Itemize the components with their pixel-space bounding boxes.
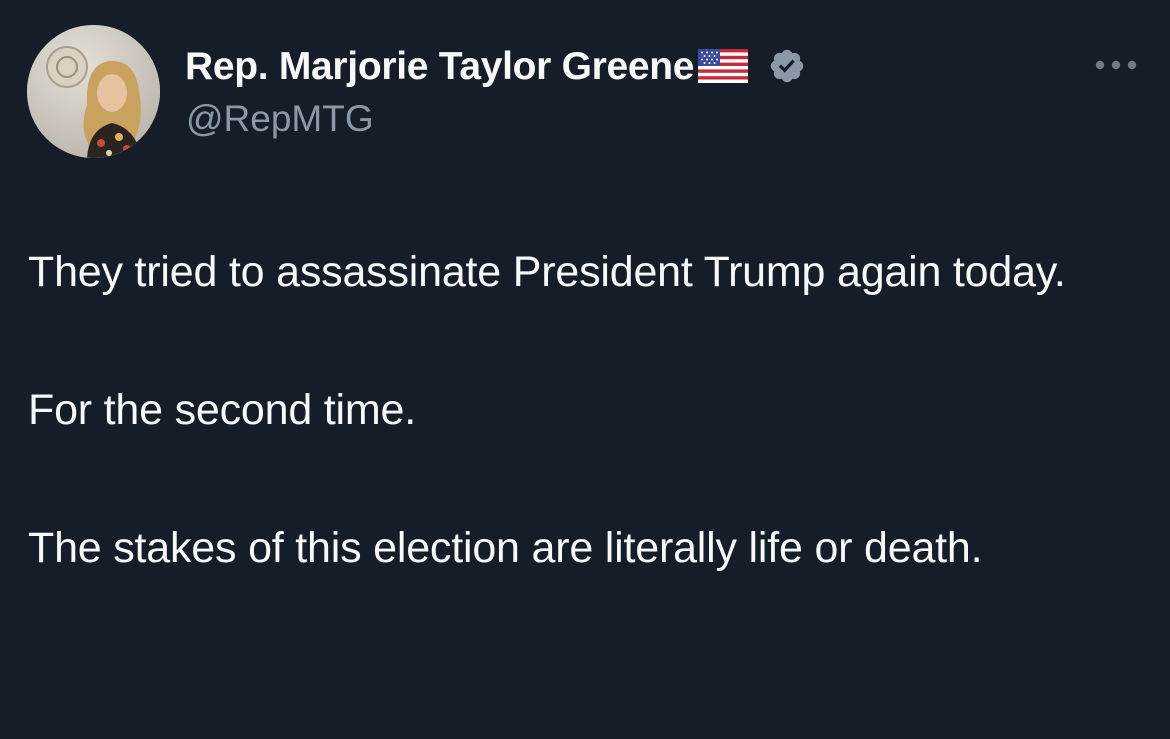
tweet-paragraph: The stakes of this election are literall… (28, 524, 983, 572)
more-options-icon (1095, 60, 1137, 70)
avatar[interactable] (27, 25, 160, 158)
verified-badge-icon[interactable] (768, 47, 806, 90)
tweet-paragraph: They tried to assassinate President Trum… (28, 248, 1066, 296)
us-flag-icon (698, 48, 749, 88)
author-handle[interactable]: @RepMTG (186, 98, 374, 140)
tweet-text: They tried to assassinate President Trum… (28, 238, 1148, 583)
author-name-row: Rep. Marjorie Taylor Greene (185, 40, 806, 94)
profile-photo-icon (27, 25, 160, 158)
author-display-name[interactable]: Rep. Marjorie Taylor Greene (185, 45, 694, 89)
tweet-paragraph: For the second time. (28, 386, 416, 434)
more-options-button[interactable] (1093, 52, 1139, 78)
tweet-card: Rep. Marjorie Taylor Greene @RepMTG They… (0, 0, 1170, 739)
